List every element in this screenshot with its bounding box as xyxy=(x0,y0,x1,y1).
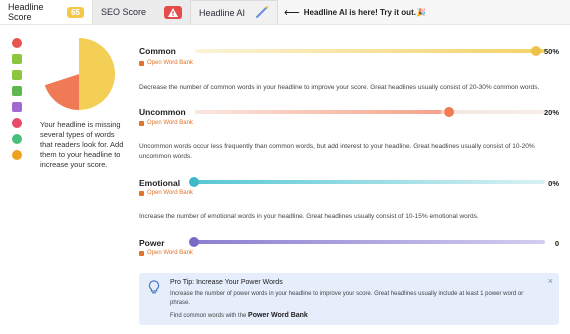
pro-tip-body: Increase the number of power words in yo… xyxy=(170,291,524,306)
uncommon-progress-bar xyxy=(195,110,545,114)
word-bank-label: Open Word Bank xyxy=(147,190,193,196)
uncommon-star-icon xyxy=(444,107,454,117)
book-icon xyxy=(139,250,144,256)
tab-headline-ai[interactable]: Headline AI xyxy=(190,0,278,24)
power-bolt-icon xyxy=(189,237,199,247)
close-icon[interactable]: × xyxy=(548,276,553,286)
common-progress-bar xyxy=(195,49,545,53)
book-icon[interactable] xyxy=(12,102,22,112)
pie-chart-icon[interactable] xyxy=(12,38,22,48)
emotional-word-bank-link[interactable]: Open Word Bank xyxy=(139,190,193,196)
metric-common-label: Common xyxy=(139,46,176,56)
pro-tip-title: Pro Tip: Increase Your Power Words xyxy=(170,279,283,286)
power-word-bank-link[interactable]: Open Word Bank xyxy=(139,250,193,256)
tab-headline-score-label: Headline Score xyxy=(8,2,44,22)
headline-score-badge: 65 xyxy=(67,6,84,18)
sidebar-icons xyxy=(12,38,24,166)
target-icon[interactable] xyxy=(12,134,22,144)
power-percent: 0 xyxy=(554,239,559,248)
lightbulb-icon xyxy=(148,280,160,299)
book-icon xyxy=(139,190,144,196)
power-word-bank-link[interactable]: Power Word Bank xyxy=(248,312,308,319)
pro-tip-footer: Find common words with the Power Word Ba… xyxy=(170,312,308,319)
emotional-progress-bar xyxy=(195,180,545,184)
list-icon[interactable] xyxy=(12,54,22,64)
sitemap-icon[interactable] xyxy=(12,86,22,96)
common-check-icon xyxy=(531,46,541,56)
tab-seo-score-label: SEO Score xyxy=(101,7,147,17)
common-percent: 50% xyxy=(543,47,559,56)
warning-icon xyxy=(164,5,182,19)
word-bank-label: Open Word Bank xyxy=(147,60,193,66)
book-icon xyxy=(139,120,144,126)
word-balance-pie-chart xyxy=(42,38,115,110)
emotional-percent: 0% xyxy=(548,179,559,188)
magic-wand-icon xyxy=(255,5,269,20)
common-word-bank-link[interactable]: Open Word Bank xyxy=(139,60,193,66)
search-icon[interactable] xyxy=(12,150,22,160)
text-icon[interactable] xyxy=(12,70,22,80)
tab-seo-score[interactable]: SEO Score xyxy=(92,0,190,24)
metric-uncommon-label: Uncommon xyxy=(139,107,186,117)
emotional-heart-icon xyxy=(189,177,199,187)
metric-emotional-label: Emotional xyxy=(139,178,181,188)
uncommon-percent: 20% xyxy=(543,108,559,117)
common-description: Decrease the number of common words in y… xyxy=(139,84,540,91)
summary-text: Your headline is missing several types o… xyxy=(40,120,124,169)
tab-headline-ai-label: Headline AI xyxy=(199,7,246,18)
arrow-left-icon: ⟵ xyxy=(284,6,300,19)
pie-slice-common xyxy=(79,38,115,110)
promo-text: Headline AI is here! Try it out. xyxy=(303,7,416,17)
metric-power-label: Power xyxy=(139,238,165,248)
power-progress-bar xyxy=(195,240,545,244)
score-tabs: Headline Score 65 SEO Score Headline AI … xyxy=(0,0,570,25)
pro-tip-footer-prefix: Find common words with the xyxy=(170,313,247,319)
uncommon-description: Uncommon words occur less frequently tha… xyxy=(139,143,535,160)
party-icon: 🎉 xyxy=(415,7,426,17)
word-bank-label: Open Word Bank xyxy=(147,250,193,256)
emotional-description: Increase the number of emotional words i… xyxy=(139,213,479,220)
word-bank-label: Open Word Bank xyxy=(147,120,193,126)
book-icon xyxy=(139,60,144,66)
smile-icon[interactable] xyxy=(12,118,22,128)
headline-ai-promo[interactable]: ⟵ Headline AI is here! Try it out. 🎉 xyxy=(284,6,426,19)
tab-headline-score[interactable]: Headline Score 65 xyxy=(0,0,92,24)
pro-tip-box: Pro Tip: Increase Your Power Words Incre… xyxy=(139,273,559,325)
uncommon-word-bank-link[interactable]: Open Word Bank xyxy=(139,120,193,126)
